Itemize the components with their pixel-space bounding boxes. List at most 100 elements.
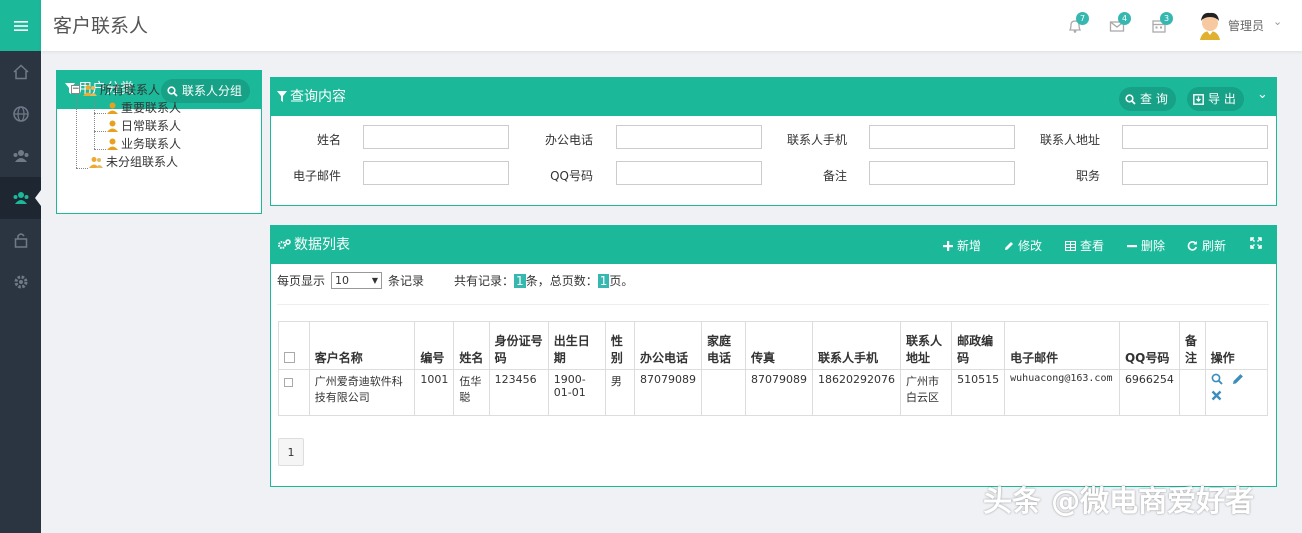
add-button-label: 新增	[957, 239, 982, 253]
user-name[interactable]: 管理员	[1228, 17, 1264, 34]
column-header[interactable]: 家庭电话	[700, 321, 747, 370]
column-header[interactable]: 联系人手机	[812, 321, 902, 370]
column-header[interactable]: 邮政编码	[951, 321, 1006, 370]
column-header[interactable]: 出生日期	[547, 321, 606, 370]
job-title-label: 职务	[1075, 169, 1100, 183]
menu-toggle-button[interactable]	[0, 0, 41, 51]
row-select-cell[interactable]	[278, 369, 310, 416]
collapse-chevron-icon[interactable]: ⌄	[1257, 87, 1268, 102]
nav-item-unlock[interactable]	[0, 219, 41, 261]
select-all-cell[interactable]	[278, 321, 310, 370]
tree-node-daily[interactable]: 日常联系人	[107, 117, 181, 134]
edit-button-label: 修改	[1018, 239, 1043, 253]
mobile-input[interactable]	[869, 125, 1015, 149]
tree-label-all: 所有联系人	[100, 83, 161, 97]
export-button[interactable]: 导 出	[1187, 87, 1244, 111]
office-phone-label: 办公电话	[544, 133, 593, 147]
edit-button[interactable]: 修改	[1004, 237, 1042, 254]
cell-birth: 1900-01-01	[547, 369, 606, 416]
column-header[interactable]: 传真	[745, 321, 814, 370]
column-header[interactable]: 身份证号码	[488, 321, 549, 370]
add-button[interactable]: 新增	[943, 237, 981, 254]
tree-label-daily: 日常联系人	[121, 119, 182, 133]
remark-input[interactable]	[869, 161, 1015, 185]
email-input[interactable]	[363, 161, 509, 185]
group-folder-icon	[83, 84, 97, 96]
pencil-icon	[1233, 374, 1243, 384]
cell-fax: 87079089	[745, 369, 814, 416]
address-label: 联系人地址	[1039, 133, 1100, 147]
tree-label-important: 重要联系人	[121, 101, 182, 115]
column-header[interactable]: 客户名称	[308, 321, 416, 370]
nav-item-group[interactable]	[0, 135, 41, 177]
cell-office-phone: 87079089	[633, 369, 702, 416]
column-header[interactable]: 编号	[414, 321, 455, 370]
column-header[interactable]: 性别	[604, 321, 635, 370]
refresh-icon	[1187, 241, 1198, 251]
tree-label-business: 业务联系人	[121, 137, 182, 151]
column-header[interactable]: 姓名	[453, 321, 490, 370]
messages-button[interactable]: 4	[1109, 12, 1131, 34]
cell-actions	[1204, 369, 1269, 416]
search-icon	[167, 85, 178, 97]
column-header[interactable]: QQ号码	[1118, 321, 1180, 370]
cell-name: 伍华聪	[453, 369, 490, 416]
data-list-panel: 数据列表 新增 修改 查看 删除 刷新 每页显示 10 ▼ 条记录 共有记录： …	[270, 225, 1277, 487]
group-folder-icon	[89, 156, 103, 168]
row-checkbox[interactable]	[284, 378, 293, 387]
nav-item-users[interactable]	[0, 177, 41, 219]
user-icon	[107, 120, 118, 132]
total-records: 1	[514, 273, 526, 288]
fullscreen-button[interactable]	[1250, 237, 1262, 249]
page-number-button[interactable]: 1	[278, 438, 304, 466]
nav-item-globe[interactable]	[0, 93, 41, 135]
refresh-button[interactable]: 刷新	[1187, 237, 1226, 254]
users-icon	[13, 192, 28, 204]
nav-item-home[interactable]	[0, 51, 41, 93]
office-phone-input[interactable]	[616, 125, 762, 149]
qq-input[interactable]	[616, 161, 762, 185]
tree-node-all-contacts[interactable]: − 所有联系人	[71, 81, 160, 98]
user-icon	[107, 102, 118, 114]
globe-icon	[12, 106, 29, 122]
delete-button[interactable]: 删除	[1127, 237, 1165, 254]
page-size-select[interactable]: 10 ▼	[331, 272, 383, 289]
column-header[interactable]: 电子邮件	[1004, 321, 1120, 370]
column-header[interactable]: 联系人地址	[900, 321, 953, 370]
job-title-input[interactable]	[1122, 161, 1268, 185]
total-label: 共有记录：	[454, 274, 515, 288]
nav-item-settings[interactable]	[0, 261, 41, 303]
cell-email: wuhuacong@163.com	[1004, 369, 1120, 416]
calendar-button[interactable]: 3	[1151, 12, 1173, 34]
tree-node-ungrouped[interactable]: 未分组联系人	[89, 153, 178, 170]
cell-id: 1001	[414, 369, 455, 416]
tree-node-business[interactable]: 业务联系人	[107, 135, 181, 152]
chevron-down-icon[interactable]: ⌄	[1273, 15, 1282, 28]
collapse-icon[interactable]: −	[71, 85, 80, 94]
records-suffix: 条记录	[388, 274, 425, 288]
top-header: 客户联系人 7 4 3 管理员 ⌄	[41, 0, 1302, 51]
row-delete-button[interactable]	[1211, 390, 1222, 404]
tree-node-important[interactable]: 重要联系人	[107, 99, 181, 116]
row-view-button[interactable]	[1211, 373, 1223, 388]
column-header[interactable]: 办公电话	[633, 321, 702, 370]
total-mid: 条，总页数：	[525, 274, 598, 288]
column-header[interactable]: 备注	[1178, 321, 1206, 370]
select-all-checkbox[interactable]	[284, 352, 295, 363]
search-button[interactable]: 查 询	[1119, 87, 1176, 111]
view-button[interactable]: 查看	[1065, 237, 1104, 254]
close-icon	[1211, 390, 1221, 401]
row-edit-button[interactable]	[1232, 373, 1244, 388]
total-pages: 1	[597, 273, 610, 288]
notification-bell-button[interactable]: 7	[1067, 12, 1089, 34]
plus-icon	[943, 240, 953, 251]
address-input[interactable]	[1122, 125, 1268, 149]
page-size-label: 每页显示	[277, 274, 326, 288]
name-input[interactable]	[363, 125, 509, 149]
query-panel: 查询内容 查 询 导 出 ⌄ 姓名 办公电话 联系人手机 联系人地址 电子邮件 …	[270, 77, 1277, 206]
avatar[interactable]	[1196, 10, 1224, 40]
search-icon	[1211, 373, 1223, 385]
table-row[interactable]: 广州爱奇迪软件科技有限公司 1001 伍华聪 123456 1900-01-01…	[278, 369, 1269, 416]
export-button-label: 导 出	[1208, 92, 1236, 106]
cell-customer: 广州爱奇迪软件科技有限公司	[308, 369, 416, 416]
